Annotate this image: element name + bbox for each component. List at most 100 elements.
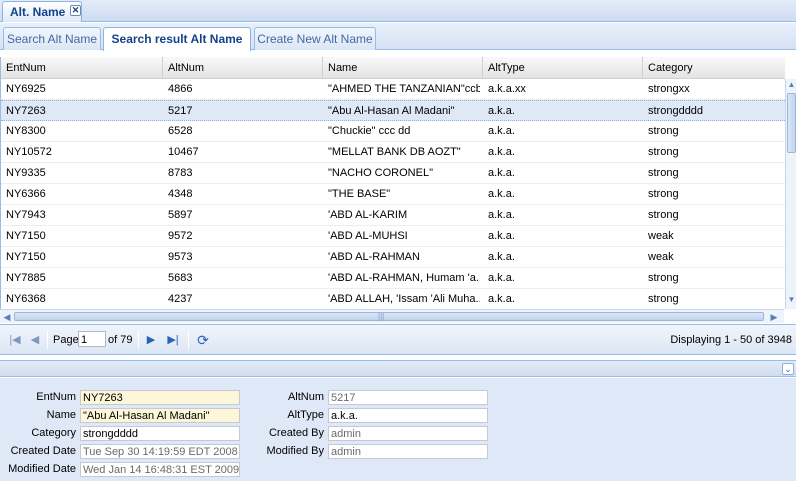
cell-name: 'ABD AL-RAHMAN [328,251,420,263]
scroll-up-icon[interactable]: ▲ [786,80,796,91]
table-row[interactable]: NY6366 4348 "THE BASE" a.k.a. strong [1,184,785,205]
table-row[interactable]: NY7263 5217 "Abu Al-Hasan Al Madani" a.k.a.… [1,100,785,121]
cell-altnum: 10467 [168,146,199,158]
window-tab-title: Alt. Name [10,5,66,19]
scroll-right-icon[interactable]: ▶ [768,311,780,323]
grid-header: EntNum AltNum Name AltType Category [1,57,785,79]
tab-label: Search result Alt Name [111,32,243,46]
scroll-left-icon[interactable]: ◀ [1,311,13,323]
horizontal-scroll-thumb[interactable] [14,312,764,321]
entnum-field[interactable]: NY7263 [80,390,240,405]
cell-name: 'ABD AL-MUHSI [328,230,408,242]
cell-name: "Chuckie" ccc dd [328,125,411,137]
column-header-name[interactable]: Name [323,57,483,79]
table-row[interactable]: NY10572 10467 "MELLAT BANK DB AOZT" a.k.a. s… [1,142,785,163]
cell-alttype: a.k.a. [488,293,515,305]
created-by-label: Created By [268,427,324,439]
cell-category: weak [648,230,674,242]
tab-search-result-alt-name[interactable]: Search result Alt Name [103,27,251,51]
grid-body: NY6925 4866 "AHMED THE TANZANIAN"ccbb a.k.a… [1,79,785,310]
cell-entnum: NY7943 [6,209,46,221]
cell-category: strong [648,146,679,158]
cell-altnum: 5217 [168,105,193,117]
modified-by-field: admin [328,444,488,459]
page-number-input[interactable] [78,331,106,347]
detail-form: EntNum NY7263 Name "Abu Al-Hasan Al Mada… [0,378,796,481]
cell-category: strongxx [648,83,690,95]
table-row[interactable]: NY6368 4237 'ABD ALLAH, 'Issam 'Ali Muha..… [1,289,785,310]
table-row[interactable]: NY8300 6528 "Chuckie" ccc dd a.k.a. strong [1,121,785,142]
category-field[interactable]: strongdddd [80,426,240,441]
cell-name: 'ABD ALLAH, 'Issam 'Ali Muha... [328,293,480,305]
cell-category: strong [648,188,679,200]
cell-entnum: NY7150 [6,251,46,263]
first-page-icon[interactable]: |◀ [8,333,22,347]
window-tab-alt-name[interactable]: Alt. Name ✕ [2,1,82,22]
cell-category: strong [648,272,679,284]
cell-entnum: NY6925 [6,83,46,95]
table-row[interactable]: NY7943 5897 'ABD AL-KARIM a.k.a. strong [1,205,785,226]
altnum-field: 5217 [328,390,488,405]
altnum-label: AltNum [287,391,324,403]
table-row[interactable]: NY7150 9572 'ABD AL-MUHSI a.k.a. weak [1,226,785,247]
vertical-scroll-thumb[interactable] [787,93,796,153]
cell-altnum: 9572 [168,230,193,242]
cell-category: strong [648,167,679,179]
cell-alttype: a.k.a. [488,251,515,263]
table-row[interactable]: NY6925 4866 "AHMED THE TANZANIAN"ccbb a.k.a… [1,79,785,100]
table-row[interactable]: NY9335 8783 "NACHO CORONEL" a.k.a. strong [1,163,785,184]
cell-altnum: 4866 [168,83,193,95]
entnum-label: EntNum [36,391,76,403]
toolbar-separator [138,331,139,349]
paging-toolbar: |◀ ◀ Page of 79 ▶ ▶| ⟳ Displaying 1 - 50… [0,324,796,355]
tab-label: Search Alt Name [6,32,98,46]
cell-alttype: a.k.a. [488,146,515,158]
cell-category: strong [648,125,679,137]
cell-entnum: NY7263 [6,105,46,117]
cell-name: 'ABD AL-RAHMAN, Humam 'a... [328,272,480,284]
cell-entnum: NY7885 [6,272,46,284]
cell-category: strongdddd [648,105,704,117]
table-row[interactable]: NY7885 5683 'ABD AL-RAHMAN, Humam 'a... a.k… [1,268,785,289]
cell-alttype: a.k.a. [488,125,515,137]
vertical-scrollbar[interactable]: ▲ ▼ [785,79,796,309]
column-header-alttype[interactable]: AltType [483,57,643,79]
cell-name: "Abu Al-Hasan Al Madani" [328,105,455,117]
cell-altnum: 5683 [168,272,193,284]
alttype-field[interactable]: a.k.a. [328,408,488,423]
cell-category: strong [648,293,679,305]
cell-entnum: NY7150 [6,230,46,242]
cell-entnum: NY10572 [6,146,52,158]
tab-search-alt-name[interactable]: Search Alt Name [3,27,101,50]
scroll-down-icon[interactable]: ▼ [786,295,796,306]
cell-entnum: NY6366 [6,188,46,200]
cell-name: "NACHO CORONEL" [328,167,433,179]
cell-altnum: 9573 [168,251,193,263]
cell-name: "AHMED THE TANZANIAN"ccbb [328,83,480,95]
cell-altnum: 4237 [168,293,193,305]
last-page-icon[interactable]: ▶| [166,333,180,347]
next-page-icon[interactable]: ▶ [144,333,158,347]
name-field[interactable]: "Abu Al-Hasan Al Madani" [80,408,240,423]
horizontal-scrollbar[interactable]: ◀ ||| ▶ [0,309,784,323]
cell-altnum: 4348 [168,188,193,200]
close-icon[interactable]: ✕ [70,5,81,16]
refresh-icon[interactable]: ⟳ [196,333,210,347]
panel-divider: ⌄ [0,360,796,377]
cell-name: 'ABD AL-KARIM [328,209,408,221]
tab-create-new-alt-name[interactable]: Create New Alt Name [254,27,376,50]
cell-alttype: a.k.a.xx [488,83,526,95]
column-header-entnum[interactable]: EntNum [1,57,163,79]
column-header-category[interactable]: Category [643,57,785,79]
cell-alttype: a.k.a. [488,230,515,242]
paging-info: Displaying 1 - 50 of 3948 [670,334,792,346]
column-header-altnum[interactable]: AltNum [163,57,323,79]
table-row[interactable]: NY7150 9573 'ABD AL-RAHMAN a.k.a. weak [1,247,785,268]
previous-page-icon[interactable]: ◀ [28,333,42,347]
collapse-icon[interactable]: ⌄ [782,363,794,375]
name-label: Name [46,409,76,421]
subtab-bar: Search Alt Name Search result Alt Name C… [0,23,796,51]
scroll-grip-icon: ||| [378,312,385,321]
created-date-label: Created Date [10,445,76,457]
modified-by-label: Modified By [266,445,324,457]
